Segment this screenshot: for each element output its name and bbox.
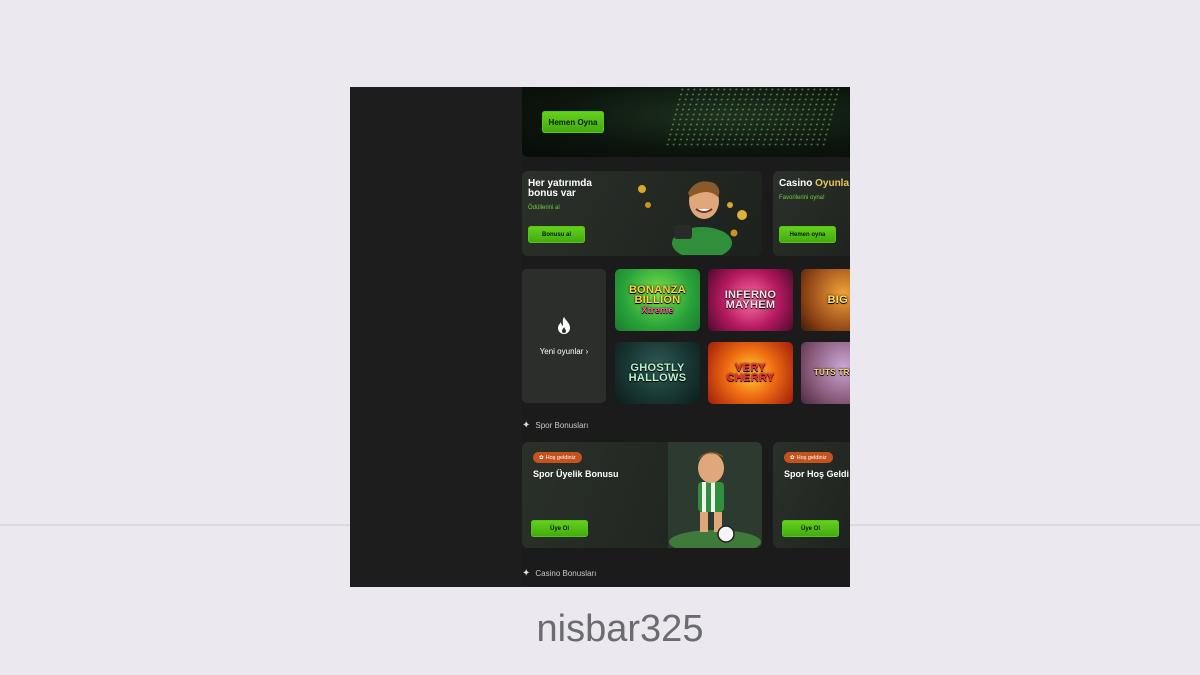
sport-membership-bonus-card[interactable]: ✿ Hoş geldiniz Spor Üyelik Bonusu Üye Ol … [522, 442, 762, 548]
promo-title: Her yatırımda bonus var [528, 178, 592, 199]
deposit-bonus-card[interactable]: Her yatırımda bonus var Ödüllerini al Bo… [522, 171, 762, 256]
sparkle-icon: ✦ [522, 568, 531, 579]
game-tile-ghostly-hallows[interactable]: GHOSTLY HALLOWS [615, 342, 700, 404]
game-tile-big-bass[interactable]: BIG B [801, 269, 850, 331]
gift-icon: ✿ [790, 454, 795, 461]
welcome-badge: ✿ Hoş geldiniz [784, 452, 833, 463]
flame-icon [558, 317, 570, 334]
promo-title: Casino Oyunla [779, 178, 850, 189]
game-tile-bonanza-billion[interactable]: BONANZA BILLION Xtreme [615, 269, 700, 331]
promo-subtitle: Favorilerini oyna! [779, 195, 825, 201]
character-with-coins-icon [638, 181, 747, 255]
promo-subtitle: Ödüllerini al [528, 205, 560, 211]
play-now-button[interactable]: Hemen Oyna [542, 111, 604, 133]
caption-text: nisbar325 [536, 608, 704, 650]
sport-welcome-bonus-card[interactable]: ✿ Hoş geldiniz Spor Hoş Geldi Üye Ol [773, 442, 850, 548]
card-title: Spor Hoş Geldi [784, 469, 850, 479]
chevron-right-icon: › [585, 347, 589, 356]
sparkle-icon: ✦ [522, 420, 531, 431]
game-tile-very-cherry[interactable]: VERY CHERRY [708, 342, 793, 404]
card-title: Spor Üyelik Bonusu [533, 469, 619, 479]
new-games-tile[interactable]: Yeni oyunlar › [522, 269, 606, 403]
casino-games-card[interactable]: Casino Oyunla Favorilerini oyna! Hemen o… [773, 171, 850, 256]
game-tile-inferno-mayhem[interactable]: INFERNO MAYHEM [708, 269, 793, 331]
play-now-small-button[interactable]: Hemen oyna [779, 226, 836, 243]
football-player-icon [668, 442, 762, 548]
section-heading-casino: ✦ Casino Bonusları [522, 568, 597, 579]
sign-up-button[interactable]: Üye Ol [531, 520, 588, 537]
get-bonus-button[interactable]: Bonusu al [528, 226, 585, 243]
screenshot-frame: Hemen Oyna Her yatırımda bonus var Ödüll… [350, 87, 850, 587]
new-games-label: Yeni oyunlar › [539, 347, 589, 356]
hero-banner: Hemen Oyna [522, 87, 850, 157]
sidebar [350, 87, 522, 587]
section-heading-sports: ✦ Spor Bonusları [522, 420, 589, 431]
game-tile-tuts-treasure[interactable]: TUTS TREASU [801, 342, 850, 404]
hero-artwork [663, 87, 841, 147]
sign-up-button[interactable]: Üye Ol [782, 520, 839, 537]
gift-icon: ✿ [539, 454, 544, 461]
welcome-badge: ✿ Hoş geldiniz [533, 452, 582, 463]
